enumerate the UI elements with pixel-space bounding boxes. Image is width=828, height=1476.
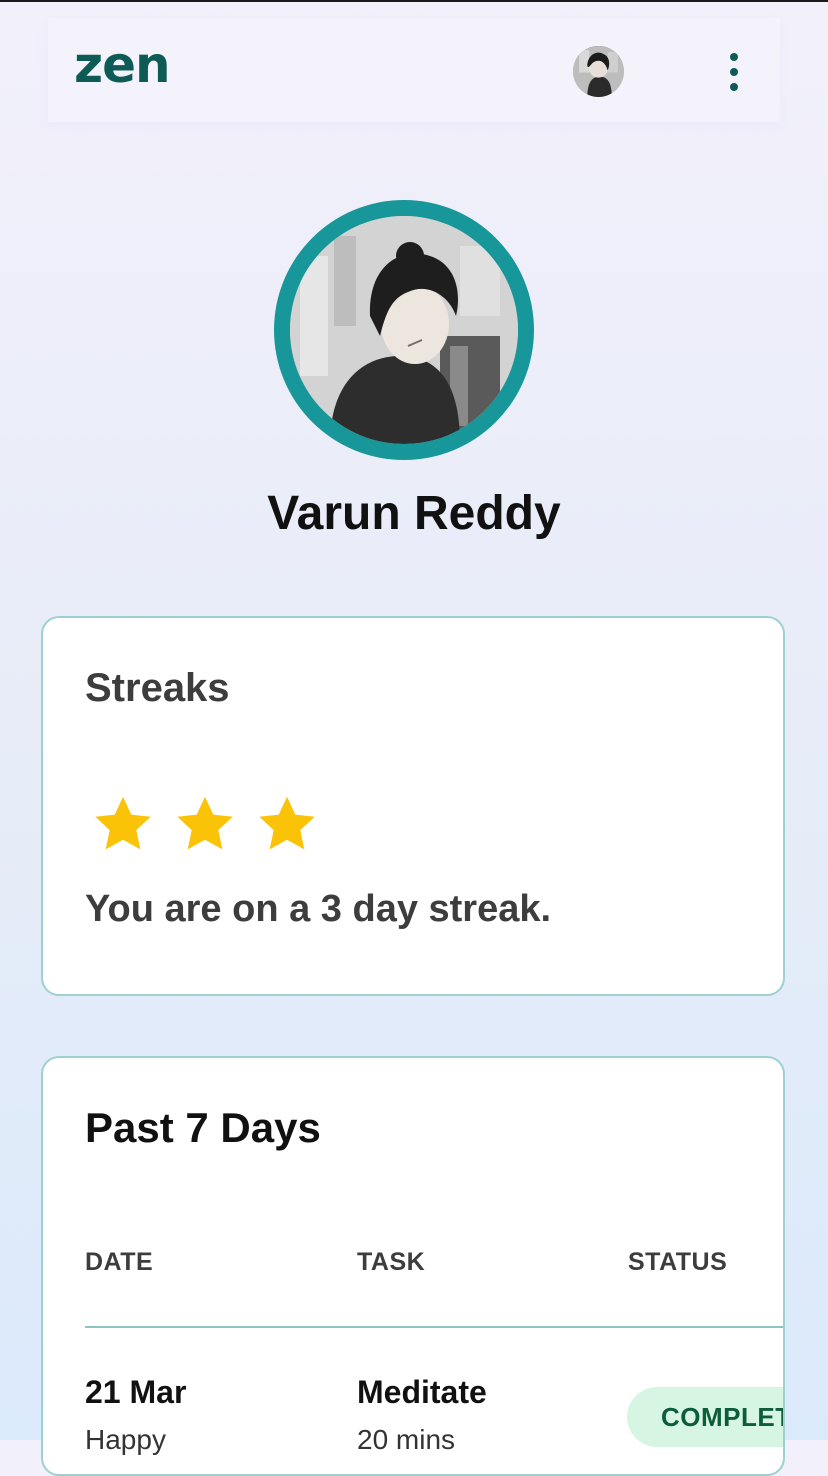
profile-avatar[interactable] [274, 200, 534, 460]
streak-stars [91, 792, 319, 856]
table-divider [85, 1326, 783, 1328]
app-logo[interactable]: zen [74, 36, 171, 94]
past-7-days-card: Past 7 Days DATE TASK STATUS 21 Mar Happ… [41, 1056, 785, 1476]
menu-dot [730, 83, 738, 91]
more-options-icon[interactable] [716, 48, 752, 96]
status-badge: COMPLETED [627, 1387, 783, 1447]
avatar-image [573, 46, 624, 97]
top-edge-line [0, 0, 828, 2]
history-title: Past 7 Days [85, 1104, 321, 1151]
row-task: Meditate [357, 1374, 487, 1410]
column-header-date: DATE [85, 1248, 154, 1276]
column-header-task: TASK [357, 1248, 426, 1276]
row-duration: 20 mins [357, 1424, 456, 1455]
streak-message: You are on a 3 day streak. [85, 888, 552, 930]
row-mood: Happy [85, 1424, 166, 1455]
row-date: 21 Mar [85, 1374, 187, 1410]
header-avatar[interactable] [573, 46, 624, 97]
star-icon [91, 792, 155, 856]
star-icon [255, 792, 319, 856]
menu-dot [730, 53, 738, 61]
star-icon [173, 792, 237, 856]
streaks-card: Streaks You are on a 3 day streak. [41, 616, 785, 996]
profile-name: Varun Reddy [267, 487, 561, 540]
menu-dot [730, 68, 738, 76]
streaks-title: Streaks [85, 666, 230, 710]
profile-avatar-image [290, 216, 518, 444]
column-header-status: STATUS [628, 1248, 728, 1276]
